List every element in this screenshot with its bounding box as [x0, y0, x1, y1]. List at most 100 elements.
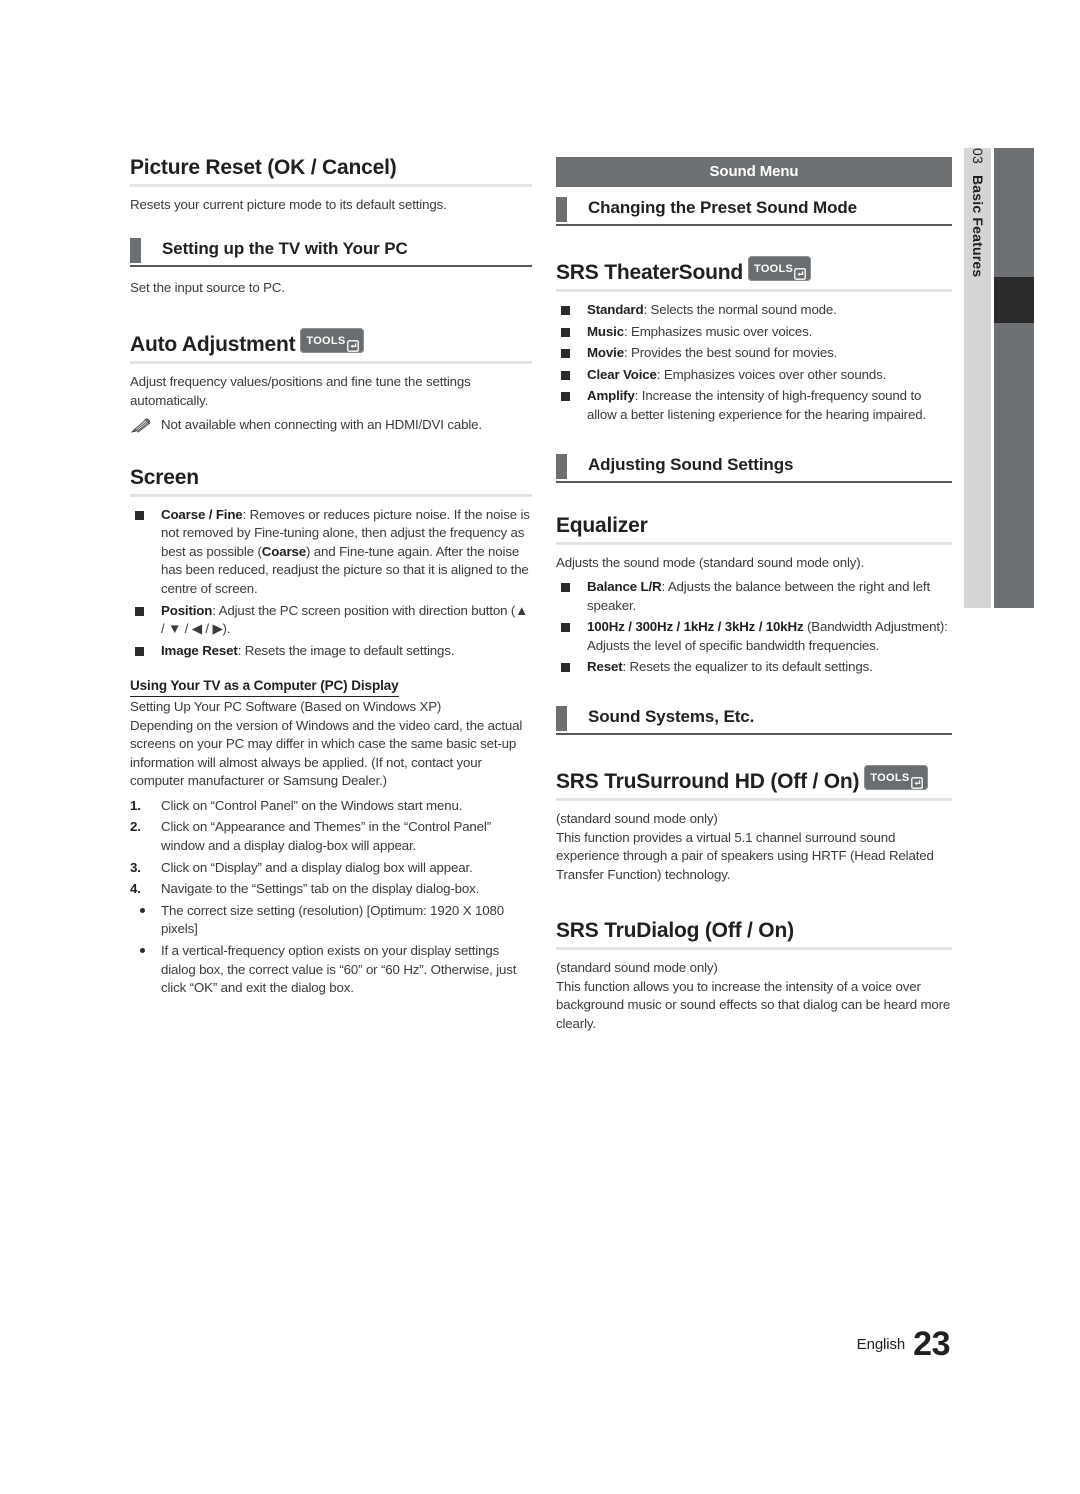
step-number: 1.	[130, 797, 141, 813]
srs-trusurround-body: This function provides a virtual 5.1 cha…	[556, 829, 934, 882]
list-item: 100Hz / 300Hz / 1kHz / 3kHz / 10kHz (Ban…	[556, 618, 952, 655]
heading-screen: Screen	[130, 465, 532, 497]
square-bullet-icon	[561, 306, 570, 315]
auto-adjustment-body: Adjust frequency values/positions and fi…	[130, 374, 471, 408]
heading-adjusting-sound-settings-text: Adjusting Sound Settings	[588, 454, 794, 474]
section-marker-icon	[130, 237, 141, 263]
heading-equalizer: Equalizer	[556, 513, 952, 545]
auto-adjustment-note-text: Not available when connecting with an HD…	[161, 417, 482, 432]
heading-sound-systems-etc: Sound Systems, Etc.	[556, 706, 952, 736]
section-marker-icon	[556, 197, 567, 222]
chapter-bar	[994, 148, 1034, 608]
square-bullet-icon	[135, 646, 144, 656]
theatersound-item-text: : Increase the intensity of high-frequen…	[587, 388, 926, 422]
section-marker-icon	[556, 706, 567, 732]
list-item: Balance L/R: Adjusts the balance between…	[556, 578, 952, 615]
heading-changing-preset-sound-mode-text: Changing the Preset Sound Mode	[588, 198, 858, 217]
list-item: Clear Voice: Emphasizes voices over othe…	[556, 366, 952, 385]
picture-reset-body: Resets your current picture mode to its …	[130, 197, 447, 212]
square-bullet-icon	[561, 623, 570, 633]
list-item: 4. Navigate to the “Settings” tab on the …	[130, 880, 532, 899]
square-bullet-icon	[561, 663, 570, 673]
screen-item-term: Image Reset	[161, 642, 238, 658]
srs-trudialog-body: This function allows you to increase the…	[556, 978, 951, 1031]
list-item: Music: Emphasizes music over voices.	[556, 323, 952, 342]
screen-item-inline-bold: Coarse	[261, 543, 306, 559]
heading-auto-adjustment: Auto Adjustment TOOLS	[130, 328, 532, 364]
square-bullet-icon	[561, 392, 570, 402]
srs-trudialog-note: (standard sound mode only)	[556, 960, 718, 976]
pencil-note-icon	[130, 417, 153, 433]
step-text: Click on “Appearance and Themes” in the …	[161, 819, 492, 854]
list-item: Reset: Resets the equalizer to its defau…	[556, 658, 952, 677]
heading-setting-up-tv-with-pc-text: Setting up the TV with Your PC	[162, 238, 408, 258]
chapter-label: Basic Features	[970, 174, 986, 278]
list-item: Image Reset: Resets the image to default…	[130, 642, 532, 661]
round-bullet-icon	[140, 948, 145, 953]
square-bullet-icon	[561, 349, 570, 359]
tools-badge-label: TOOLS	[754, 262, 794, 275]
tools-badge-label: TOOLS	[306, 334, 346, 347]
heading-changing-preset-sound-mode: Changing the Preset Sound Mode	[556, 197, 952, 226]
tools-badge[interactable]: TOOLS	[748, 256, 812, 281]
equalizer-item-text: : Resets the equalizer to its default se…	[622, 659, 873, 675]
heading-srs-trusurround-hd-text: SRS TruSurround HD (Off / On)	[556, 770, 860, 794]
auto-adjustment-note: Not available when connecting with an HD…	[130, 416, 532, 435]
square-bullet-icon	[561, 327, 570, 337]
step-number: 2.	[130, 819, 141, 835]
equalizer-body: Adjusts the sound mode (standard sound m…	[556, 554, 865, 570]
chapter-tab-text: 03 Basic Features	[964, 148, 991, 608]
footer-language: English	[856, 1336, 906, 1353]
list-item: The correct size setting (resolution) [O…	[130, 902, 532, 939]
list-item: 3. Click on “Display” and a display dialo…	[130, 859, 532, 878]
bullet-text: If a vertical-frequency option exists on…	[161, 943, 517, 996]
manual-page: Picture Reset (OK / Cancel) Resets your …	[0, 0, 1080, 1494]
equalizer-item-term: Reset	[587, 659, 623, 675]
heading-setting-up-tv-with-pc: Setting up the TV with Your PC	[130, 237, 532, 267]
enter-arrow-icon	[794, 263, 807, 281]
list-item: Position: Adjust the PC screen position …	[130, 602, 532, 639]
theatersound-item-term: Amplify	[587, 388, 635, 404]
right-column: Changing the Preset Sound Mode SRS Theat…	[556, 155, 952, 1033]
step-text: Click on “Control Panel” on the Windows …	[161, 797, 463, 813]
theatersound-item-text: : Emphasizes voices over other sounds.	[656, 366, 887, 382]
heading-adjusting-sound-settings: Adjusting Sound Settings	[556, 453, 952, 483]
theatersound-option-list: Standard: Selects the normal sound mode.…	[556, 301, 952, 425]
tools-badge[interactable]: TOOLS	[864, 765, 928, 791]
pc-display-intro-line: Setting Up Your PC Software (Based on Wi…	[130, 699, 442, 715]
theatersound-item-term: Movie	[587, 345, 624, 361]
equalizer-option-list: Balance L/R: Adjusts the balance between…	[556, 578, 952, 677]
subheading-using-tv-as-pc-display: Using Your TV as a Computer (PC) Display	[130, 677, 399, 698]
list-item: Standard: Selects the normal sound mode.	[556, 301, 952, 320]
tools-badge[interactable]: TOOLS	[300, 328, 364, 353]
pc-display-steps: 1. Click on “Control Panel” on the Window…	[130, 797, 532, 899]
square-bullet-icon	[135, 606, 144, 616]
heading-srs-trudialog-text: SRS TruDialog (Off / On)	[556, 919, 794, 943]
page-footer: English 23	[856, 1325, 951, 1364]
heading-srs-theatersound-text: SRS TheaterSound	[556, 261, 743, 284]
list-item: 1. Click on “Control Panel” on the Window…	[130, 797, 532, 816]
screen-item-term: Position	[161, 602, 213, 618]
screen-option-list: Coarse / Fine: Removes or reduces pictur…	[130, 506, 532, 661]
enter-arrow-icon	[910, 772, 923, 790]
round-bullet-icon	[140, 907, 145, 913]
chapter-bar-highlight	[994, 277, 1034, 323]
pc-display-block: Using Your TV as a Computer (PC) Display…	[130, 677, 532, 997]
pc-display-bullets: The correct size setting (resolution) [O…	[130, 902, 532, 998]
chapter-number: 03	[970, 148, 986, 164]
square-bullet-icon	[561, 583, 570, 593]
step-text: Click on “Display” and a display dialog …	[161, 859, 473, 875]
list-item: Movie: Provides the best sound for movie…	[556, 344, 952, 363]
theatersound-item-term: Music	[587, 323, 624, 339]
chapter-tab: 03 Basic Features	[964, 148, 991, 608]
heading-screen-text: Screen	[130, 465, 199, 489]
list-item: Amplify: Increase the intensity of high-…	[556, 387, 952, 424]
